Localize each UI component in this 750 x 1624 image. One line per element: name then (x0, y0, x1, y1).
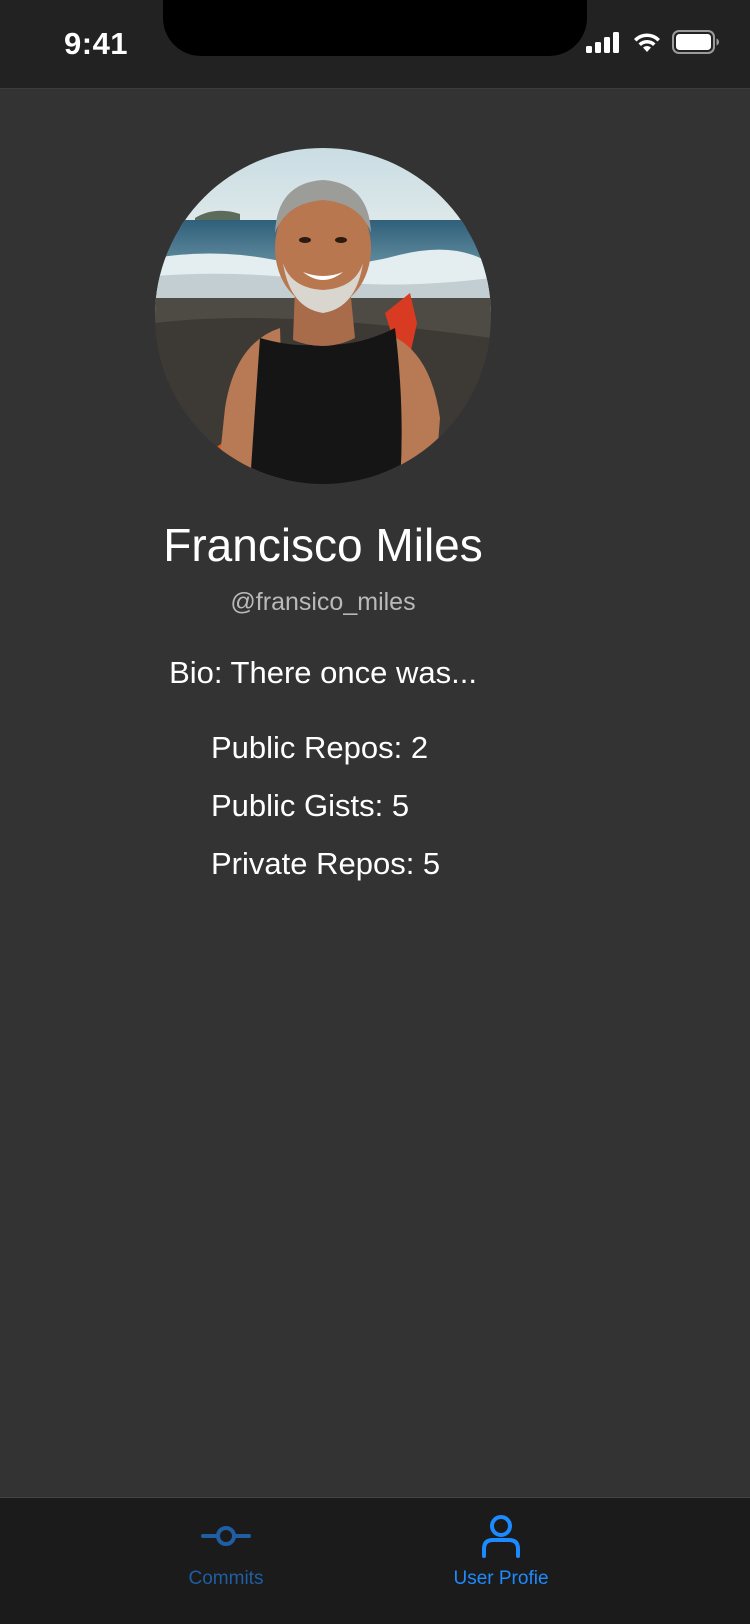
device-notch (163, 0, 587, 56)
status-bar: 9:41 (0, 0, 750, 89)
stat-public-repos: Public Repos: 2 (211, 730, 429, 765)
tab-commits[interactable]: Commits (146, 1512, 306, 1590)
user-profile-screen: 9:41 Francisco Miles @fransico_miles Bio… (0, 0, 750, 1624)
tab-bar: Commits User Profie (0, 1497, 750, 1624)
tab-user-profile[interactable]: User Profie (421, 1512, 581, 1590)
profile-avatar (155, 148, 491, 484)
stat-public-gists: Public Gists: 5 (211, 788, 410, 823)
commit-icon (146, 1512, 306, 1560)
status-time: 9:41 (64, 26, 129, 61)
user-icon (421, 1512, 581, 1560)
stat-private-repos: Private Repos: 5 (211, 846, 441, 881)
tab-user-profile-label: User Profie (453, 1568, 549, 1589)
tab-commits-label: Commits (188, 1568, 264, 1589)
wifi-icon (632, 31, 662, 53)
battery-icon (672, 30, 720, 54)
profile-stats: Public Repos: 2 Public Gists: 5 Private … (211, 728, 440, 902)
profile-name: Francisco Miles (163, 519, 483, 571)
cellular-signal-icon (586, 31, 622, 53)
status-icons (586, 30, 720, 54)
profile-username: @fransico_miles (230, 588, 416, 616)
profile-bio: Bio: There once was... (169, 655, 477, 690)
